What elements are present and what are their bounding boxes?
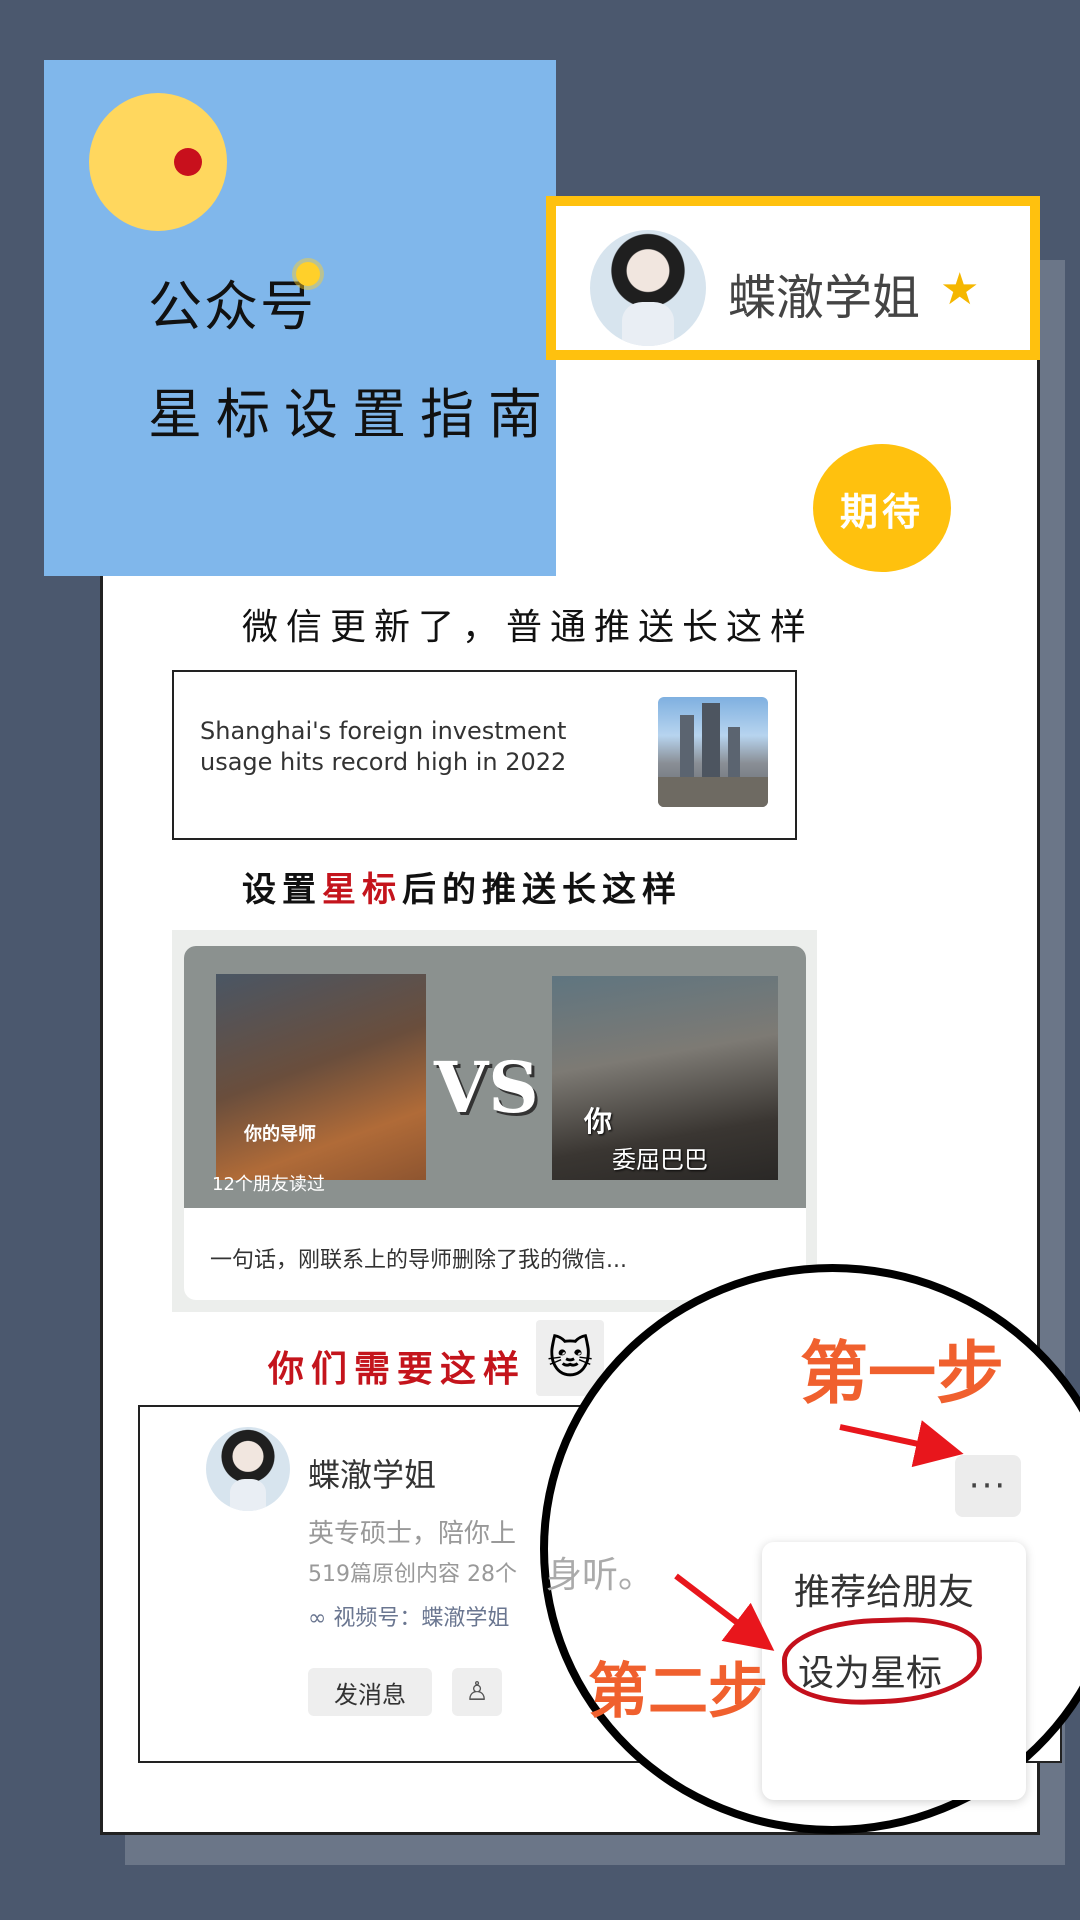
step-one-arrow — [839, 1420, 964, 1468]
step-two-arrow — [674, 1573, 775, 1651]
arrow-overlay — [674, 1420, 964, 1651]
